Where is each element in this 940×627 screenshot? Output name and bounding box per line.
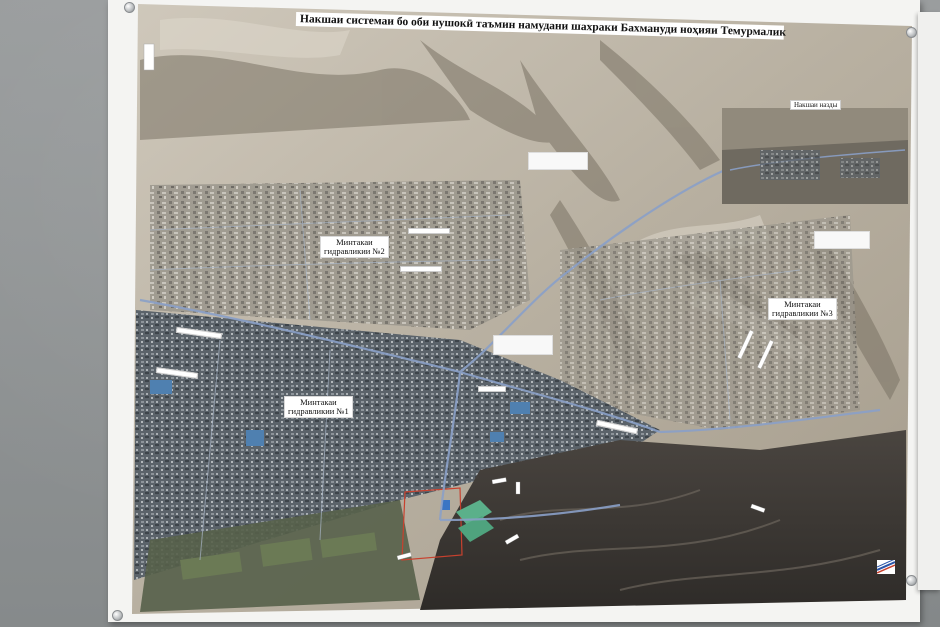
zone-label-3: Минтакаи гидравликии №3 xyxy=(768,298,837,320)
zone-label-2-line2: гидравликии №2 xyxy=(324,246,385,256)
screw-top-right xyxy=(906,27,917,38)
zone-label-2: Минтакаи гидравликии №2 xyxy=(320,236,389,258)
inset-label: Накшаи назды xyxy=(790,100,842,110)
street-box-5 xyxy=(478,386,506,392)
street-box-3 xyxy=(400,266,442,272)
screw-bottom-right xyxy=(906,575,917,586)
street-box-4 xyxy=(408,228,450,234)
callout-box-east xyxy=(814,231,870,249)
screw-bottom-left xyxy=(112,610,123,621)
zone-label-1-line2: гидравликии №1 xyxy=(288,406,349,416)
zone-label-1: Минтакаи гидравликии №1 xyxy=(284,396,353,418)
callout-box-north xyxy=(528,152,588,170)
scale-strip xyxy=(143,43,155,71)
callout-box-center xyxy=(493,335,553,355)
flag-stripes-logo-icon xyxy=(877,560,895,574)
zone-label-3-line2: гидравликии №3 xyxy=(772,308,833,318)
screw-top-left xyxy=(124,2,135,13)
